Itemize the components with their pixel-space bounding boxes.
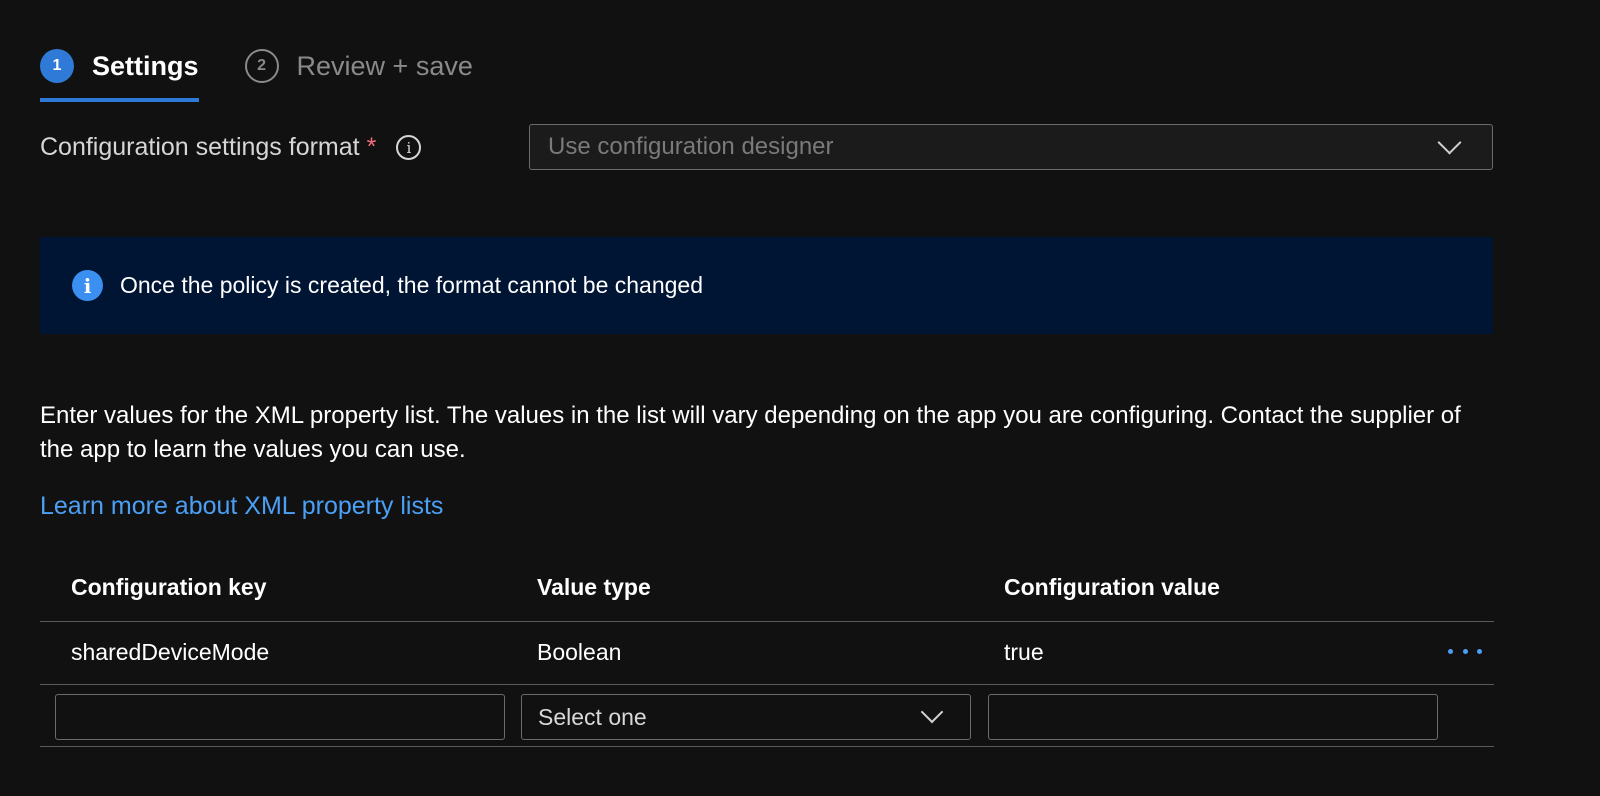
value-type-dropdown-value: Select one: [538, 703, 647, 730]
format-label-text: Configuration settings format: [40, 133, 360, 161]
ellipsis-icon[interactable]: [1448, 643, 1482, 659]
info-banner: i Once the policy is created, the format…: [40, 237, 1493, 334]
column-header-value: Configuration value: [1004, 574, 1220, 600]
column-header-type: Value type: [537, 574, 651, 600]
required-indicator: *: [366, 133, 377, 161]
value-type-dropdown[interactable]: Select one: [521, 694, 971, 740]
new-row: Select one: [40, 685, 1494, 747]
tab-settings[interactable]: 1 Settings: [40, 44, 199, 102]
table-row: sharedDeviceMode Boolean true: [40, 622, 1494, 685]
learn-more-link[interactable]: Learn more about XML property lists: [40, 492, 443, 521]
info-circle-outline-icon[interactable]: i: [396, 135, 422, 160]
config-key-input[interactable]: [55, 694, 505, 740]
config-value-input[interactable]: [988, 694, 1438, 740]
step-number-2: 2: [244, 49, 279, 83]
chevron-down-icon: [1437, 130, 1462, 155]
description-text: Enter values for the XML property list. …: [40, 402, 1461, 463]
cell-type: Boolean: [537, 639, 622, 665]
info-circle-filled-icon: i: [72, 270, 103, 301]
step-number-1: 1: [40, 49, 74, 83]
format-label: Configuration settings format * i: [40, 133, 422, 162]
step-label-review-save: Review + save: [296, 50, 473, 81]
format-dropdown[interactable]: Use configuration designer: [529, 124, 1493, 170]
app-config-page: 1 Settings 2 Review + save Configuration…: [0, 0, 1600, 796]
cell-value: true: [1004, 639, 1044, 665]
info-banner-text: Once the policy is created, the format c…: [120, 272, 704, 298]
property-list-table: Configuration key Value type Configurati…: [40, 560, 1494, 747]
chevron-down-icon: [920, 700, 944, 724]
cell-key: sharedDeviceMode: [71, 639, 270, 665]
format-dropdown-value: Use configuration designer: [548, 133, 834, 160]
column-header-key: Configuration key: [71, 574, 267, 600]
table-header: Configuration key Value type Configurati…: [40, 560, 1494, 622]
wizard-steps: 1 Settings 2 Review + save: [40, 44, 519, 102]
tab-review-save[interactable]: 2 Review + save: [244, 44, 473, 88]
step-label-settings: Settings: [92, 50, 199, 81]
